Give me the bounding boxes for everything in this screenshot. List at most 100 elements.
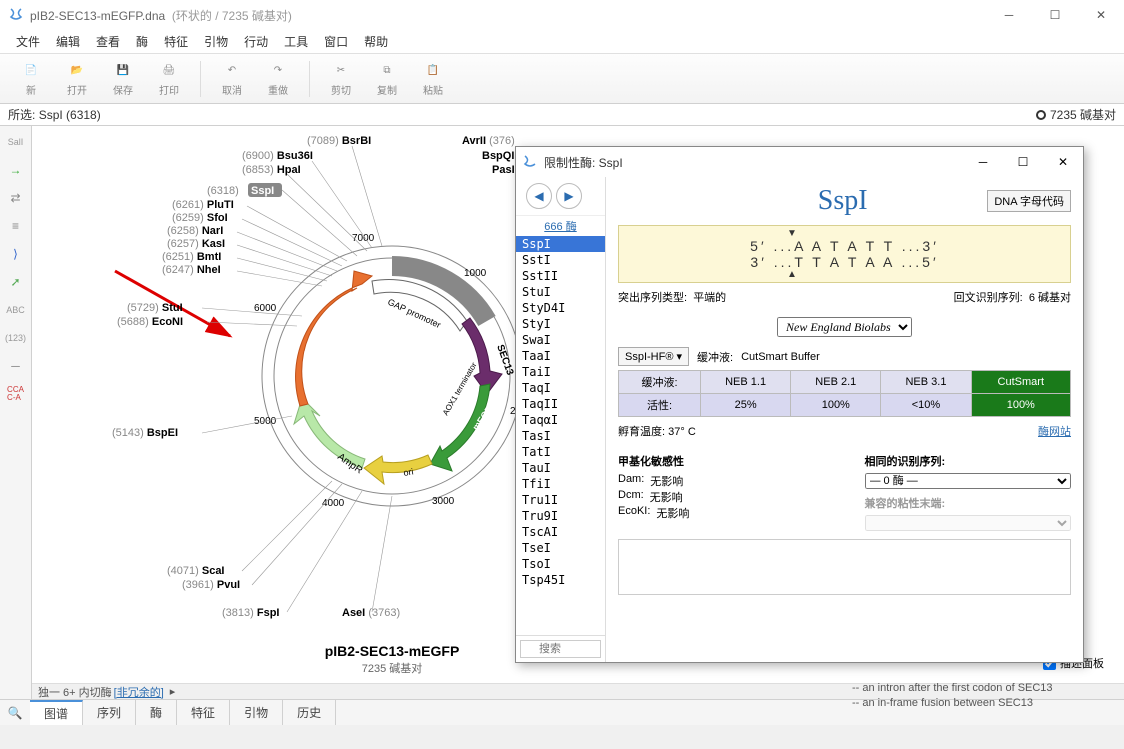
tool-cca[interactable]: CCAC-A <box>4 382 28 406</box>
tool-arrow[interactable]: → <box>4 158 28 182</box>
enzyme-search-input[interactable] <box>520 640 601 658</box>
enzyme-list-item[interactable]: TatI <box>516 444 605 460</box>
dialog-close[interactable]: ✕ <box>1043 148 1083 176</box>
enzyme-list-item[interactable]: Tru9I <box>516 508 605 524</box>
svg-text:(5143) BspEI: (5143) BspEI <box>112 427 178 439</box>
enzyme-list-item[interactable]: SstI <box>516 252 605 268</box>
close-button[interactable]: ✕ <box>1078 0 1124 30</box>
toolbar-save[interactable]: 💾保存 <box>102 60 144 97</box>
menu-file[interactable]: 文件 <box>8 33 48 50</box>
tool-abc[interactable]: ABC <box>4 298 28 322</box>
svg-text:AOX1 terminator: AOX1 terminator <box>441 361 479 417</box>
tool-dash[interactable]: ─ <box>4 354 28 378</box>
tab-primers[interactable]: 引物 <box>230 700 283 725</box>
menu-enzyme[interactable]: 酶 <box>128 33 156 50</box>
dialog-logo-icon <box>522 154 538 170</box>
toolbar-open[interactable]: 📂打开 <box>56 60 98 97</box>
enzyme-notes-textarea[interactable] <box>618 539 1071 595</box>
dialog-titlebar[interactable]: 限制性酶: SspI ─ ☐ ✕ <box>516 147 1083 177</box>
minimize-button[interactable]: ─ <box>986 0 1032 30</box>
selection-value: SspI (6318) <box>39 108 101 122</box>
toolbar-print[interactable]: 🖨打印 <box>148 60 190 97</box>
svg-text:(6318): (6318) <box>207 185 239 197</box>
enzyme-list-item[interactable]: TaiI <box>516 364 605 380</box>
menu-primers[interactable]: 引物 <box>196 33 236 50</box>
tab-history[interactable]: 历史 <box>283 700 336 725</box>
tool-sali[interactable]: SalI <box>4 130 28 154</box>
enzyme-list-item[interactable]: TaqαI <box>516 412 605 428</box>
buffer-activity-table: 缓冲液:NEB 1.1NEB 2.1NEB 3.1CutSmart 活性:25%… <box>618 370 1071 417</box>
tab-features[interactable]: 特征 <box>177 700 230 725</box>
toolbar-paste[interactable]: 📋粘贴 <box>412 60 454 97</box>
menu-edit[interactable]: 编辑 <box>48 33 88 50</box>
svg-text:(5688) EcoNI: (5688) EcoNI <box>117 316 183 328</box>
description-panel-text: -- an intron after the first codon of SE… <box>852 681 1112 712</box>
tool-lines[interactable]: ≡ <box>4 214 28 238</box>
enzyme-list-item[interactable]: TasI <box>516 428 605 444</box>
enzyme-website-link[interactable]: 酶网站 <box>1038 423 1071 439</box>
tool-123[interactable]: (123) <box>4 326 28 350</box>
enzyme-list-item[interactable]: StyI <box>516 316 605 332</box>
menu-features[interactable]: 特征 <box>156 33 196 50</box>
menu-window[interactable]: 窗口 <box>316 33 356 50</box>
enzyme-list-item[interactable]: TauI <box>516 460 605 476</box>
tool-swap[interactable]: ⇄ <box>4 186 28 210</box>
app-logo-icon <box>8 7 24 23</box>
supplier-select[interactable]: New England Biolabs <box>777 317 912 337</box>
maximize-button[interactable]: ☐ <box>1032 0 1078 30</box>
tab-sequence[interactable]: 序列 <box>83 700 136 725</box>
toolbar-new[interactable]: 📄新 <box>10 60 52 97</box>
enzyme-list-item[interactable]: TaaI <box>516 348 605 364</box>
dna-alphabet-button[interactable]: DNA 字母代码 <box>987 190 1071 212</box>
tab-enzymes[interactable]: 酶 <box>136 700 177 725</box>
dialog-maximize[interactable]: ☐ <box>1003 148 1043 176</box>
enzyme-list-item[interactable]: Tsp45I <box>516 572 605 588</box>
menu-view[interactable]: 查看 <box>88 33 128 50</box>
enzyme-list-item[interactable]: StyD4I <box>516 300 605 316</box>
svg-text:(6261) PluTI: (6261) PluTI <box>172 199 234 211</box>
record-icon <box>1036 110 1046 120</box>
enzyme-list-item[interactable]: SwaI <box>516 332 605 348</box>
toolbar-undo[interactable]: ↶取消 <box>211 60 253 97</box>
svg-text:(6259) SfoI: (6259) SfoI <box>172 212 228 224</box>
enzyme-list-item[interactable]: TfiI <box>516 476 605 492</box>
enzyme-list-panel: ◀ ▶ 666 酶 SspISstISstIIStuIStyD4IStyISwa… <box>516 177 606 662</box>
toolbar-copy[interactable]: ⧉复制 <box>366 60 408 97</box>
product-select[interactable]: SspI-HF® ▾ <box>618 347 689 366</box>
enzyme-list-item[interactable]: SspI <box>516 236 605 252</box>
nonredundant-link[interactable]: [非冗余的] <box>114 684 164 700</box>
copy-icon: ⧉ <box>375 60 399 80</box>
nav-back-button[interactable]: ◀ <box>526 183 552 209</box>
toolbar-cut[interactable]: ✂剪切 <box>320 60 362 97</box>
enzyme-list-item[interactable]: TaqII <box>516 396 605 412</box>
menu-tools[interactable]: 工具 <box>276 33 316 50</box>
plasmid-map[interactable]: 1000 2000 3000 4000 5000 6000 7000 GAP p… <box>92 126 572 686</box>
svg-text:AseI (3763): AseI (3763) <box>342 607 400 619</box>
svg-text:(6900) Bsu36I: (6900) Bsu36I <box>242 150 313 162</box>
same-recognition-select[interactable]: — 0 酶 — <box>865 473 1072 489</box>
print-icon: 🖨 <box>157 60 181 80</box>
dialog-minimize[interactable]: ─ <box>963 148 1003 176</box>
tool-primer[interactable]: ➚ <box>4 270 28 294</box>
tab-map[interactable]: 图谱 <box>30 700 83 725</box>
toolbar-redo[interactable]: ↷重做 <box>257 60 299 97</box>
enzyme-list[interactable]: SspISstISstIIStuIStyD4IStyISwaITaaITaiIT… <box>516 236 605 635</box>
search-icon[interactable]: 🔍 <box>0 700 30 725</box>
enzyme-dialog: 限制性酶: SspI ─ ☐ ✕ ◀ ▶ 666 酶 SspISstISstII… <box>515 146 1084 663</box>
enzyme-list-item[interactable]: TaqI <box>516 380 605 396</box>
enzyme-list-item[interactable]: TsoI <box>516 556 605 572</box>
left-tool-strip: SalI → ⇄ ≡ ⟩ ➚ ABC (123) ─ CCAC-A <box>0 126 32 699</box>
nav-forward-button[interactable]: ▶ <box>556 183 582 209</box>
tool-arc[interactable]: ⟩ <box>4 242 28 266</box>
cut-icon: ✂ <box>329 60 353 80</box>
enzyme-list-item[interactable]: Tru1I <box>516 492 605 508</box>
enzyme-list-item[interactable]: TscAI <box>516 524 605 540</box>
window-titlebar: pIB2-SEC13-mEGFP.dna (环状的 / 7235 碱基对) ─ … <box>0 0 1124 30</box>
svg-text:(6853) HpaI: (6853) HpaI <box>242 164 301 176</box>
enzyme-list-item[interactable]: StuI <box>516 284 605 300</box>
menu-actions[interactable]: 行动 <box>236 33 276 50</box>
menu-help[interactable]: 帮助 <box>356 33 396 50</box>
enzyme-list-item[interactable]: TseI <box>516 540 605 556</box>
enzyme-list-item[interactable]: SstII <box>516 268 605 284</box>
enzyme-count-link[interactable]: 666 酶 <box>516 216 605 236</box>
